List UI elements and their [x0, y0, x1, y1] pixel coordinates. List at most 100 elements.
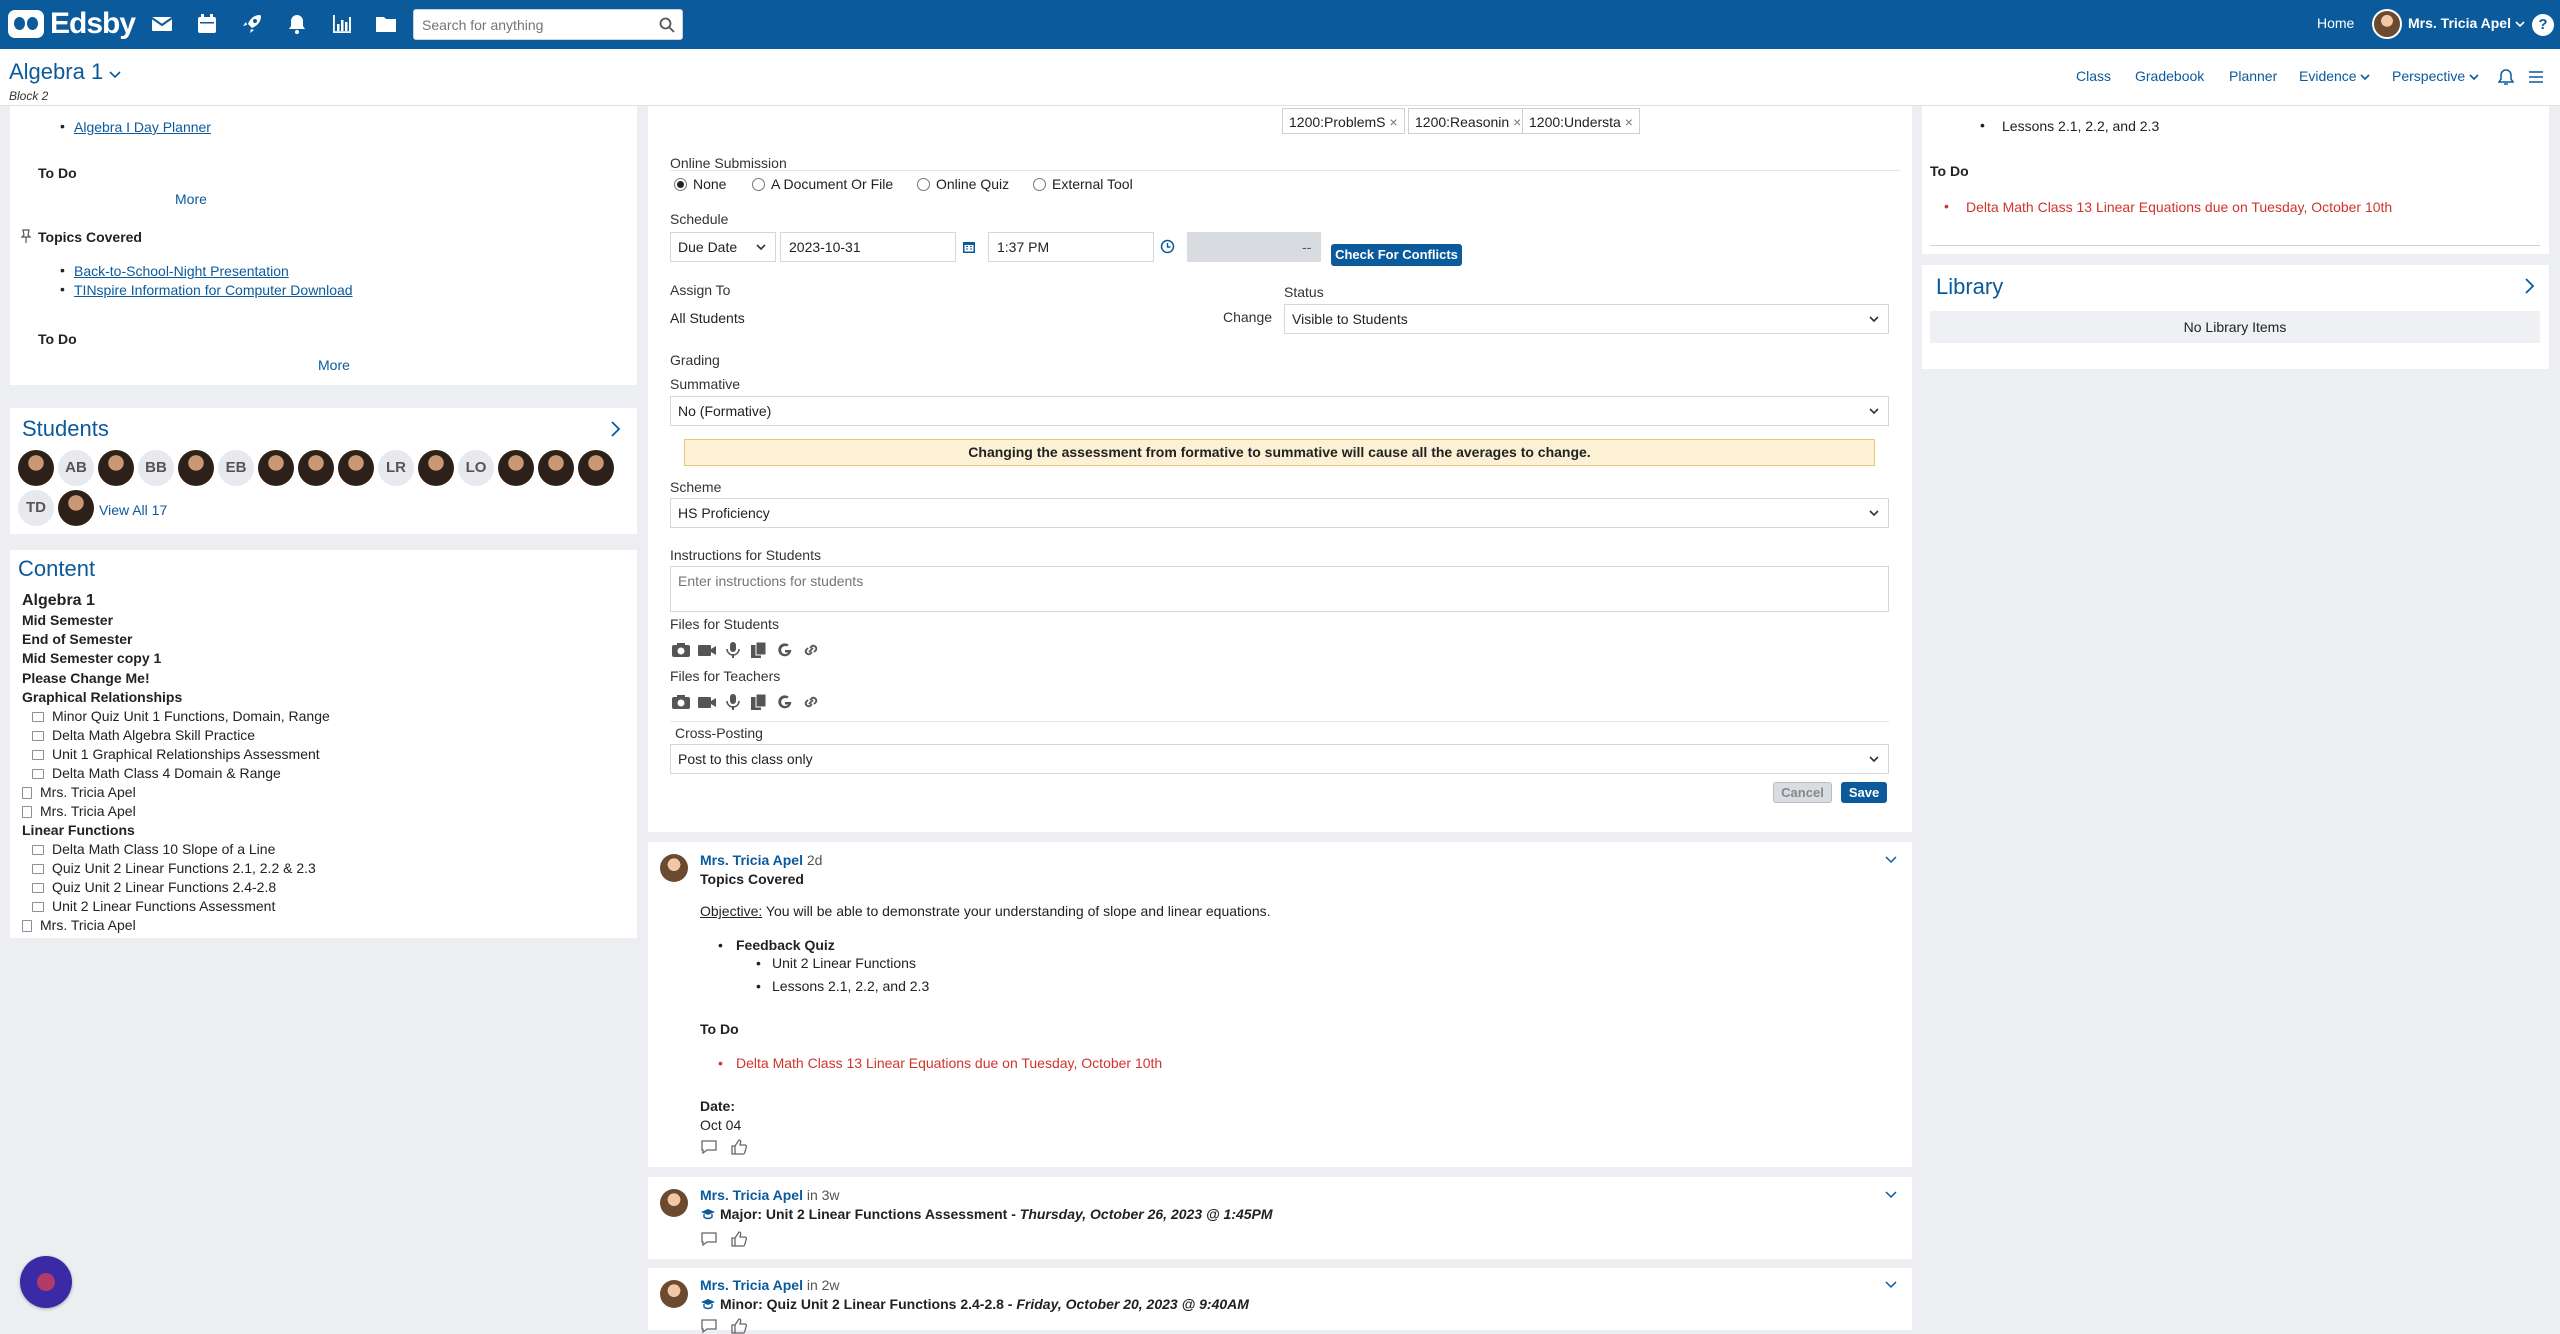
student-avatar[interactable]: [298, 450, 334, 486]
status-select[interactable]: Visible to Students: [1284, 304, 1889, 334]
chevron-right-icon[interactable]: [610, 420, 622, 438]
course-title[interactable]: Algebra 1: [9, 59, 121, 85]
content-item[interactable]: Quiz Unit 2 Linear Functions 2.4-2.8: [32, 879, 276, 895]
folder-icon[interactable]: [374, 12, 398, 36]
student-avatar[interactable]: TD: [18, 490, 54, 526]
comment-icon[interactable]: [700, 1231, 718, 1247]
search-input[interactable]: [414, 10, 644, 39]
user-avatar[interactable]: [2372, 9, 2402, 39]
link-icon[interactable]: [801, 641, 821, 659]
microphone-icon[interactable]: [723, 641, 743, 659]
schedule-type-select[interactable]: Due Date: [670, 232, 776, 262]
student-avatar[interactable]: [178, 450, 214, 486]
scheme-select[interactable]: HS Proficiency: [670, 498, 1889, 528]
student-avatar[interactable]: [538, 450, 574, 486]
comment-icon[interactable]: [700, 1139, 718, 1155]
due-date-input[interactable]: 2023-10-31: [780, 232, 956, 262]
post-author[interactable]: Mrs. Tricia Apel in 2w: [700, 1277, 840, 1293]
remove-tag-icon[interactable]: ×: [1513, 114, 1521, 130]
content-item[interactable]: Unit 2 Linear Functions Assessment: [32, 898, 275, 914]
todo-item[interactable]: Delta Math Class 13 Linear Equations due…: [1966, 199, 2392, 215]
video-icon[interactable]: [697, 641, 717, 659]
post-title[interactable]: Major: Unit 2 Linear Functions Assessmen…: [700, 1206, 1273, 1222]
chevron-down-icon[interactable]: [1884, 1187, 1898, 1201]
student-avatar[interactable]: LO: [458, 450, 494, 486]
student-avatar[interactable]: [258, 450, 294, 486]
student-avatar[interactable]: [98, 450, 134, 486]
cancel-button[interactable]: Cancel: [1773, 782, 1832, 803]
content-item[interactable]: Mrs. Tricia Apel: [22, 784, 136, 800]
student-avatar[interactable]: EB: [218, 450, 254, 486]
instructions-textarea[interactable]: [670, 566, 1889, 612]
radio-online-quiz[interactable]: Online Quiz: [917, 176, 1009, 192]
remove-tag-icon[interactable]: ×: [1389, 114, 1397, 130]
student-avatar[interactable]: [498, 450, 534, 486]
camera-icon[interactable]: [671, 641, 691, 659]
hamburger-menu-icon[interactable]: [2528, 69, 2544, 85]
nav-perspective[interactable]: Perspective: [2392, 68, 2479, 84]
student-avatar[interactable]: [18, 450, 54, 486]
content-item[interactable]: Delta Math Class 10 Slope of a Line: [32, 841, 275, 857]
documents-icon[interactable]: [749, 641, 769, 659]
content-item[interactable]: Mrs. Tricia Apel: [22, 803, 136, 819]
more-link[interactable]: More: [175, 191, 207, 207]
student-avatar[interactable]: [418, 450, 454, 486]
thumbs-up-icon[interactable]: [730, 1318, 748, 1334]
nav-class[interactable]: Class: [2076, 68, 2111, 84]
todo-item[interactable]: Delta Math Class 13 Linear Equations due…: [736, 1055, 1162, 1071]
nav-planner[interactable]: Planner: [2229, 68, 2277, 84]
post-author[interactable]: Mrs. Tricia Apel 2d: [700, 852, 822, 868]
save-button[interactable]: Save: [1841, 782, 1887, 803]
content-folder[interactable]: Algebra 1: [22, 592, 95, 610]
due-time-input[interactable]: 1:37 PM: [988, 232, 1154, 262]
search-icon[interactable]: [659, 17, 675, 33]
nav-evidence[interactable]: Evidence: [2299, 68, 2371, 84]
calendar-icon[interactable]: [195, 12, 219, 36]
clock-icon[interactable]: [1160, 239, 1175, 254]
home-link[interactable]: Home: [2317, 15, 2354, 31]
microphone-icon[interactable]: [723, 693, 743, 711]
content-item[interactable]: Delta Math Class 4 Domain & Range: [32, 765, 281, 781]
student-avatar[interactable]: [338, 450, 374, 486]
content-item[interactable]: Quiz Unit 2 Linear Functions 2.1, 2.2 & …: [32, 860, 316, 876]
content-folder[interactable]: Graphical Relationships: [22, 689, 182, 705]
google-drive-icon[interactable]: [775, 641, 795, 659]
chevron-right-icon[interactable]: [2524, 277, 2536, 295]
summative-select[interactable]: No (Formative): [670, 396, 1889, 426]
content-item[interactable]: Minor Quiz Unit 1 Functions, Domain, Ran…: [32, 708, 330, 724]
radio-document[interactable]: A Document Or File: [752, 176, 893, 192]
radio-none[interactable]: None: [674, 176, 726, 192]
content-folder[interactable]: Linear Functions: [22, 822, 135, 838]
check-conflicts-button[interactable]: Check For Conflicts: [1331, 244, 1462, 266]
crossposting-select[interactable]: Post to this class only: [670, 744, 1889, 774]
content-item[interactable]: Delta Math Algebra Skill Practice: [32, 727, 255, 743]
google-drive-icon[interactable]: [775, 693, 795, 711]
post-author[interactable]: Mrs. Tricia Apel in 3w: [700, 1187, 840, 1203]
content-folder[interactable]: End of Semester: [22, 631, 132, 647]
edsby-logo[interactable]: Edsby: [8, 7, 136, 40]
student-avatar[interactable]: AB: [58, 450, 94, 486]
chart-icon[interactable]: [330, 12, 354, 36]
thumbs-up-icon[interactable]: [730, 1139, 748, 1155]
bell-icon[interactable]: [285, 12, 309, 36]
documents-icon[interactable]: [749, 693, 769, 711]
content-item[interactable]: Unit 1 Graphical Relationships Assessmen…: [32, 746, 320, 762]
comment-icon[interactable]: [700, 1318, 718, 1334]
library-title[interactable]: Library: [1936, 274, 2003, 300]
chevron-down-icon[interactable]: [1884, 1277, 1898, 1291]
change-assign-link[interactable]: Change: [1223, 309, 1272, 325]
content-folder[interactable]: Mid Semester copy 1: [22, 650, 161, 666]
students-title[interactable]: Students: [22, 416, 109, 442]
planner-link[interactable]: Algebra I Day Planner: [74, 119, 211, 135]
help-button[interactable]: ?: [2532, 14, 2554, 36]
assistant-button[interactable]: [20, 1256, 72, 1308]
remove-tag-icon[interactable]: ×: [1625, 114, 1633, 130]
notification-bell-icon[interactable]: [2498, 68, 2514, 86]
topic-link[interactable]: TINspire Information for Computer Downlo…: [74, 282, 353, 298]
author-avatar[interactable]: [660, 854, 688, 882]
calendar-icon[interactable]: [962, 240, 976, 254]
content-folder[interactable]: Mid Semester: [22, 612, 113, 628]
video-icon[interactable]: [697, 693, 717, 711]
author-avatar[interactable]: [660, 1189, 688, 1217]
rocket-icon[interactable]: [240, 12, 264, 36]
